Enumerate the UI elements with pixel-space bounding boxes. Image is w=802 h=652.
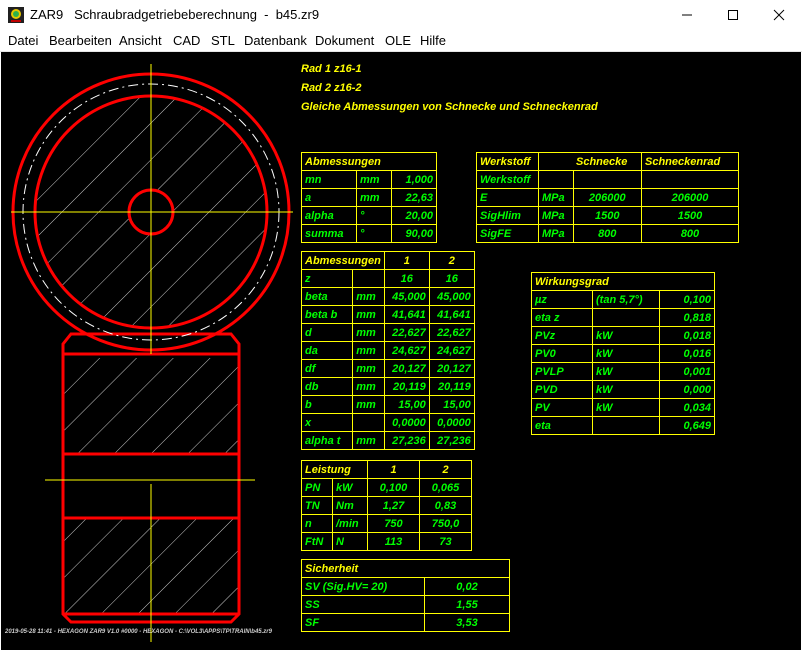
table-row: d mm 22,627 22,627 bbox=[300, 323, 475, 342]
table-row: z 16 16 bbox=[300, 269, 475, 288]
table-row: b mm 15,00 15,00 bbox=[300, 395, 475, 414]
close-button[interactable] bbox=[756, 0, 802, 30]
table-row: n /min 750 750,0 bbox=[301, 514, 472, 533]
menu-datenbank[interactable]: Datenbank bbox=[244, 33, 307, 48]
dimensions-title: Abmessungen bbox=[301, 152, 437, 171]
table-row: beta b mm 41,641 41,641 bbox=[300, 305, 475, 324]
gear-dimensions-table: Abmessungen 1 2 z 16 16 beta mm 45,000 4… bbox=[300, 251, 475, 450]
table-row: FtN N 113 73 bbox=[301, 532, 472, 551]
safety-table: Sicherheit SV (Sig.HV= 20) 0,02 SS 1,55 … bbox=[301, 559, 510, 632]
menu-stl[interactable]: STL bbox=[211, 33, 235, 48]
table-row: Werkstoff bbox=[476, 170, 739, 189]
menu-datei[interactable]: Datei bbox=[8, 33, 38, 48]
table-row: a mm 22,63 bbox=[301, 188, 437, 207]
table-row: µz (tan 5,7°) 0,100 bbox=[531, 290, 715, 309]
title-bar: ZAR9 Schraubradgetriebeberechnung - b45.… bbox=[0, 0, 802, 30]
minimize-icon bbox=[682, 14, 692, 16]
gear-dimensions-title: Abmessungen bbox=[301, 251, 385, 270]
minimize-button[interactable] bbox=[664, 0, 710, 30]
maximize-icon bbox=[728, 10, 738, 20]
table-row: SV (Sig.HV= 20) 0,02 bbox=[301, 577, 510, 596]
power-title: Leistung bbox=[301, 460, 368, 479]
table-row: SS 1,55 bbox=[301, 595, 510, 614]
menu-bar: Datei Bearbeiten Ansicht CAD STL Datenba… bbox=[0, 30, 802, 52]
dimensions-table: Abmessungen mn mm 1,000 a mm 22,63 alpha… bbox=[301, 152, 437, 243]
window-title: ZAR9 Schraubradgetriebeberechnung - b45.… bbox=[30, 7, 320, 22]
table-row: beta mm 45,000 45,000 bbox=[300, 287, 475, 306]
table-row: alpha ° 20,00 bbox=[301, 206, 437, 225]
table-row: mn mm 1,000 bbox=[301, 170, 437, 189]
table-row: PVD kW 0,000 bbox=[531, 380, 715, 399]
table-row: da mm 24,627 24,627 bbox=[300, 341, 475, 360]
drawing-canvas[interactable]: Rad 1 z16-1 Rad 2 z16-2 Gleiche Abmessun… bbox=[1, 52, 801, 650]
table-row: SigHlim MPa 1500 1500 bbox=[476, 206, 739, 225]
table-row: PVz kW 0,018 bbox=[531, 326, 715, 345]
table-row: eta 0,649 bbox=[531, 416, 715, 435]
menu-cad[interactable]: CAD bbox=[173, 33, 200, 48]
description-label: Gleiche Abmessungen von Schnecke und Sch… bbox=[301, 101, 598, 113]
table-row: TN Nm 1,27 0,83 bbox=[301, 496, 472, 515]
table-row: PV kW 0,034 bbox=[531, 398, 715, 417]
efficiency-table: Wirkungsgrad µz (tan 5,7°) 0,100 eta z 0… bbox=[531, 272, 715, 435]
power-table: Leistung 1 2 PN kW 0,100 0,065 TN Nm 1,2… bbox=[301, 460, 472, 551]
table-row: summa ° 90,00 bbox=[301, 224, 437, 243]
efficiency-title: Wirkungsgrad bbox=[531, 272, 715, 291]
table-row: db mm 20,119 20,119 bbox=[300, 377, 475, 396]
table-row: SigFE MPa 800 800 bbox=[476, 224, 739, 243]
material-table: Werkstoff Schnecke Schneckenrad Werkstof… bbox=[476, 152, 739, 243]
gear1-label: Rad 1 z16-1 bbox=[301, 63, 362, 75]
worm-header: Schnecke bbox=[573, 152, 642, 171]
app-icon[interactable] bbox=[8, 7, 24, 23]
close-icon bbox=[773, 9, 785, 21]
table-row: PN kW 0,100 0,065 bbox=[301, 478, 472, 497]
table-row: df mm 20,127 20,127 bbox=[300, 359, 475, 378]
maximize-button[interactable] bbox=[710, 0, 756, 30]
gear-drawing bbox=[1, 52, 301, 650]
table-row: x 0,0000 0,0000 bbox=[300, 413, 475, 432]
table-row: PVLP kW 0,001 bbox=[531, 362, 715, 381]
menu-ole[interactable]: OLE bbox=[385, 33, 411, 48]
app-window: ZAR9 Schraubradgetriebeberechnung - b45.… bbox=[0, 0, 802, 652]
menu-bearbeiten[interactable]: Bearbeiten bbox=[49, 33, 112, 48]
table-row: PV0 kW 0,016 bbox=[531, 344, 715, 363]
table-row: SF 3,53 bbox=[301, 613, 510, 632]
table-row: E MPa 206000 206000 bbox=[476, 188, 739, 207]
footer-stamp: 2019-05-28 11:41 - HEXAGON ZAR9 V1.0 #00… bbox=[5, 629, 272, 635]
table-row: eta z 0,818 bbox=[531, 308, 715, 327]
wormwheel-header: Schneckenrad bbox=[641, 152, 739, 171]
menu-ansicht[interactable]: Ansicht bbox=[119, 33, 162, 48]
material-header: Werkstoff bbox=[476, 152, 539, 171]
table-row: alpha t mm 27,236 27,236 bbox=[300, 431, 475, 450]
menu-dokument[interactable]: Dokument bbox=[315, 33, 374, 48]
safety-title: Sicherheit bbox=[301, 559, 510, 578]
gear2-label: Rad 2 z16-2 bbox=[301, 82, 362, 94]
menu-hilfe[interactable]: Hilfe bbox=[420, 33, 446, 48]
